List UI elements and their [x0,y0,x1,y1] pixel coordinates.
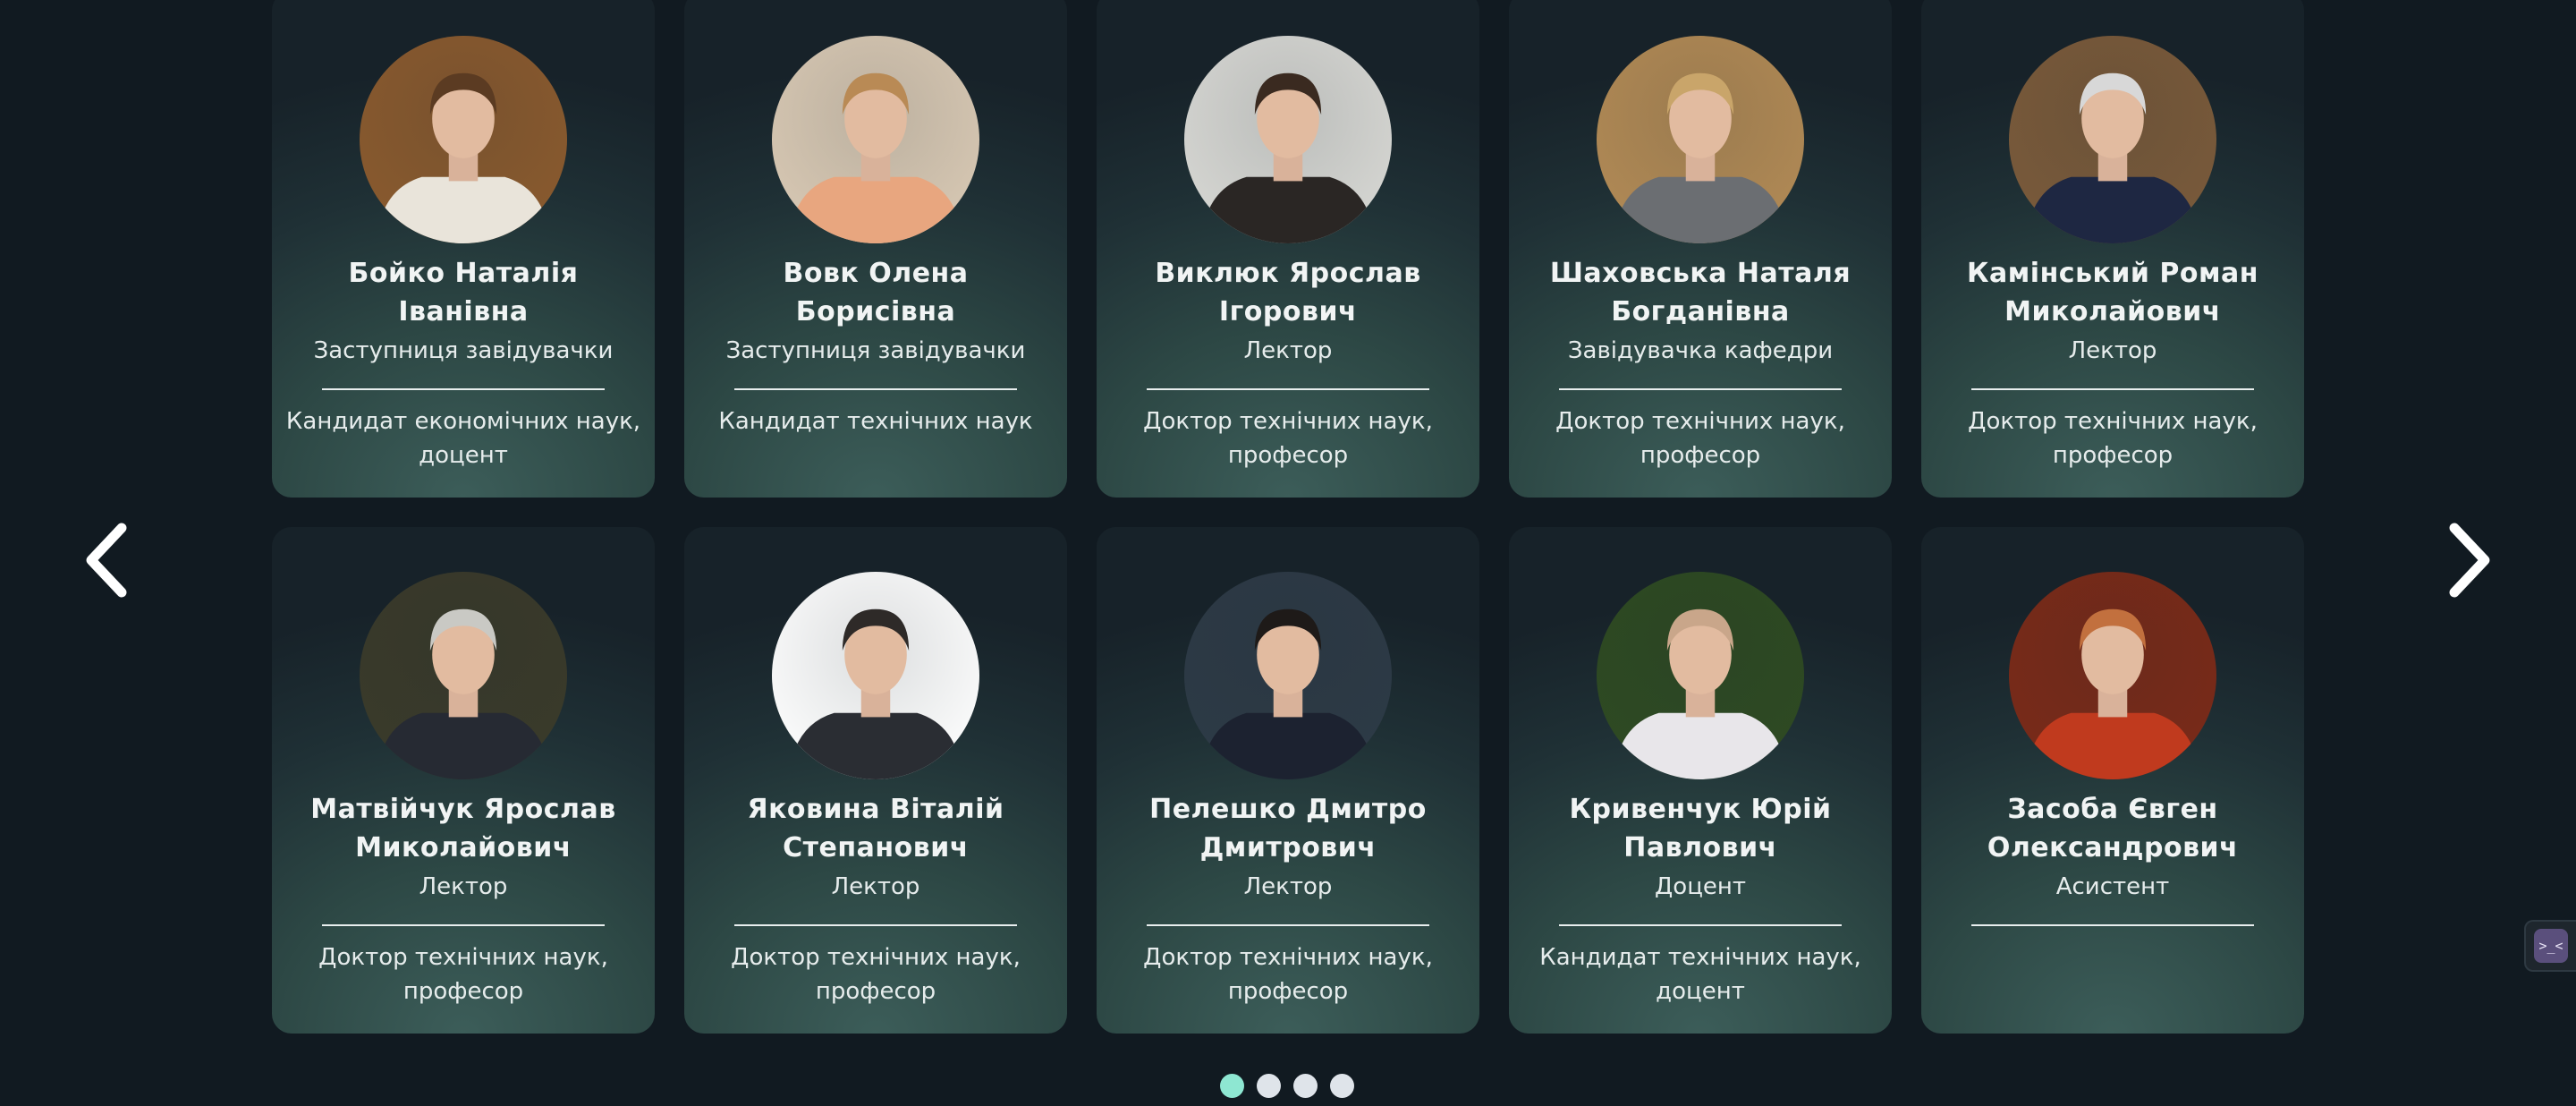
divider [1971,388,2254,390]
staff-role: Асистент [2055,873,2170,900]
carousel-next-button[interactable] [2435,521,2499,600]
staff-degree: Доктор технічних наук, професор [1968,408,2258,469]
staff-name: Виклюк Ярослав Ігорович [1155,258,1421,328]
chevron-left-icon [86,523,127,598]
staff-name: Пелешко Дмитро Дмитрович [1149,794,1427,864]
staff-card[interactable]: Вовк Олена Борисівна Заступниця завідувач… [684,0,1067,498]
staff-role: Лектор [1243,873,1333,900]
staff-role: Лектор [2068,337,2157,364]
staff-role: Лектор [419,873,508,900]
staff-card[interactable]: Шаховська Наталя Богданівна Завідувачка к… [1509,0,1892,498]
chevron-right-icon [2449,523,2490,598]
staff-name: Матвійчук Ярослав Миколайович [310,794,616,864]
staff-card[interactable]: Пелешко Дмитро Дмитрович Лектор Доктор тех… [1097,527,1479,1034]
staff-role: Лектор [1243,337,1333,364]
divider [322,388,605,390]
staff-card[interactable]: Яковина Віталій Степанович Лектор Доктор т… [684,527,1067,1034]
staff-role: Заступниця завідувачки [725,337,1026,364]
portrait-image [1597,36,1804,243]
staff-degree: Доктор технічних наук, професор [318,944,608,1005]
staff-name: Засоба Євген Олександрович [1987,794,2239,864]
divider [734,388,1017,390]
portrait-image [772,36,979,243]
pagination-dot-4[interactable] [1330,1074,1354,1098]
staff-degree: Доктор технічних наук, професор [1555,408,1845,469]
portrait-image [360,36,567,243]
staff-name: Кривенчук Юрій Павлович [1569,794,1832,864]
portrait-image [772,572,979,779]
staff-degree: Кандидат технічних наук, доцент [1539,944,1861,1005]
staff-card[interactable]: Матвійчук Ярослав Миколайович Лектор Докто… [272,527,655,1034]
divider [322,924,605,926]
divider [1971,924,2254,926]
chat-widget-icon: >_< [2534,929,2568,963]
pagination-dot-3[interactable] [1293,1074,1318,1098]
staff-degree: Кандидат технічних наук [718,408,1033,435]
divider [1147,924,1429,926]
divider [1147,388,1429,390]
staff-photo [1184,572,1392,779]
pagination-dot-1[interactable] [1220,1074,1244,1098]
portrait-image [2009,36,2216,243]
staff-photo [2009,572,2216,779]
staff-role: Доцент [1654,873,1747,900]
staff-photo [772,36,979,243]
portrait-image [2009,572,2216,779]
staff-photo [2009,36,2216,243]
staff-degree: Кандидат економічних наук, доцент [285,408,641,469]
staff-degree: Доктор технічних наук, професор [731,944,1021,1005]
staff-photo [772,572,979,779]
staff-card[interactable]: Кривенчук Юрій Павлович Доцент Кандидат те… [1509,527,1892,1034]
staff-photo [360,572,567,779]
chat-widget-button[interactable]: >_< [2524,920,2576,972]
staff-name: Шаховська Наталя Богданівна [1549,258,1852,328]
staff-role: Заступниця завідувачки [313,337,614,364]
staff-photo [360,36,567,243]
portrait-image [360,572,567,779]
divider [1559,388,1842,390]
carousel-prev-button[interactable] [77,521,141,600]
staff-name: Бойко Наталія Іванівна [348,258,579,328]
portrait-image [1184,36,1392,243]
staff-card[interactable]: Камінський Роман Миколайович Лектор Доктор… [1921,0,2304,498]
staff-role: Завідувачка кафедри [1567,337,1834,364]
portrait-image [1597,572,1804,779]
staff-name: Вовк Олена Борисівна [783,258,969,328]
staff-degree: Доктор технічних наук, професор [1143,944,1433,1005]
staff-role: Лектор [831,873,920,900]
staff-grid: Бойко Наталія Іванівна Заступниця завідув… [272,0,2304,1034]
carousel-pagination [1220,1074,1354,1098]
team-carousel: Бойко Наталія Іванівна Заступниця завідув… [0,0,2576,1106]
staff-name: Камінський Роман Миколайович [1967,258,2258,328]
staff-card[interactable]: Бойко Наталія Іванівна Заступниця завідув… [272,0,655,498]
staff-card[interactable]: Засоба Євген Олександрович Асистент [1921,527,2304,1034]
divider [734,924,1017,926]
staff-photo [1184,36,1392,243]
divider [1559,924,1842,926]
portrait-image [1184,572,1392,779]
staff-name: Яковина Віталій Степанович [747,794,1004,864]
staff-card[interactable]: Виклюк Ярослав Ігорович Лектор Доктор техн… [1097,0,1479,498]
staff-photo [1597,572,1804,779]
staff-photo [1597,36,1804,243]
staff-degree: Доктор технічних наук, професор [1143,408,1433,469]
pagination-dot-2[interactable] [1257,1074,1281,1098]
